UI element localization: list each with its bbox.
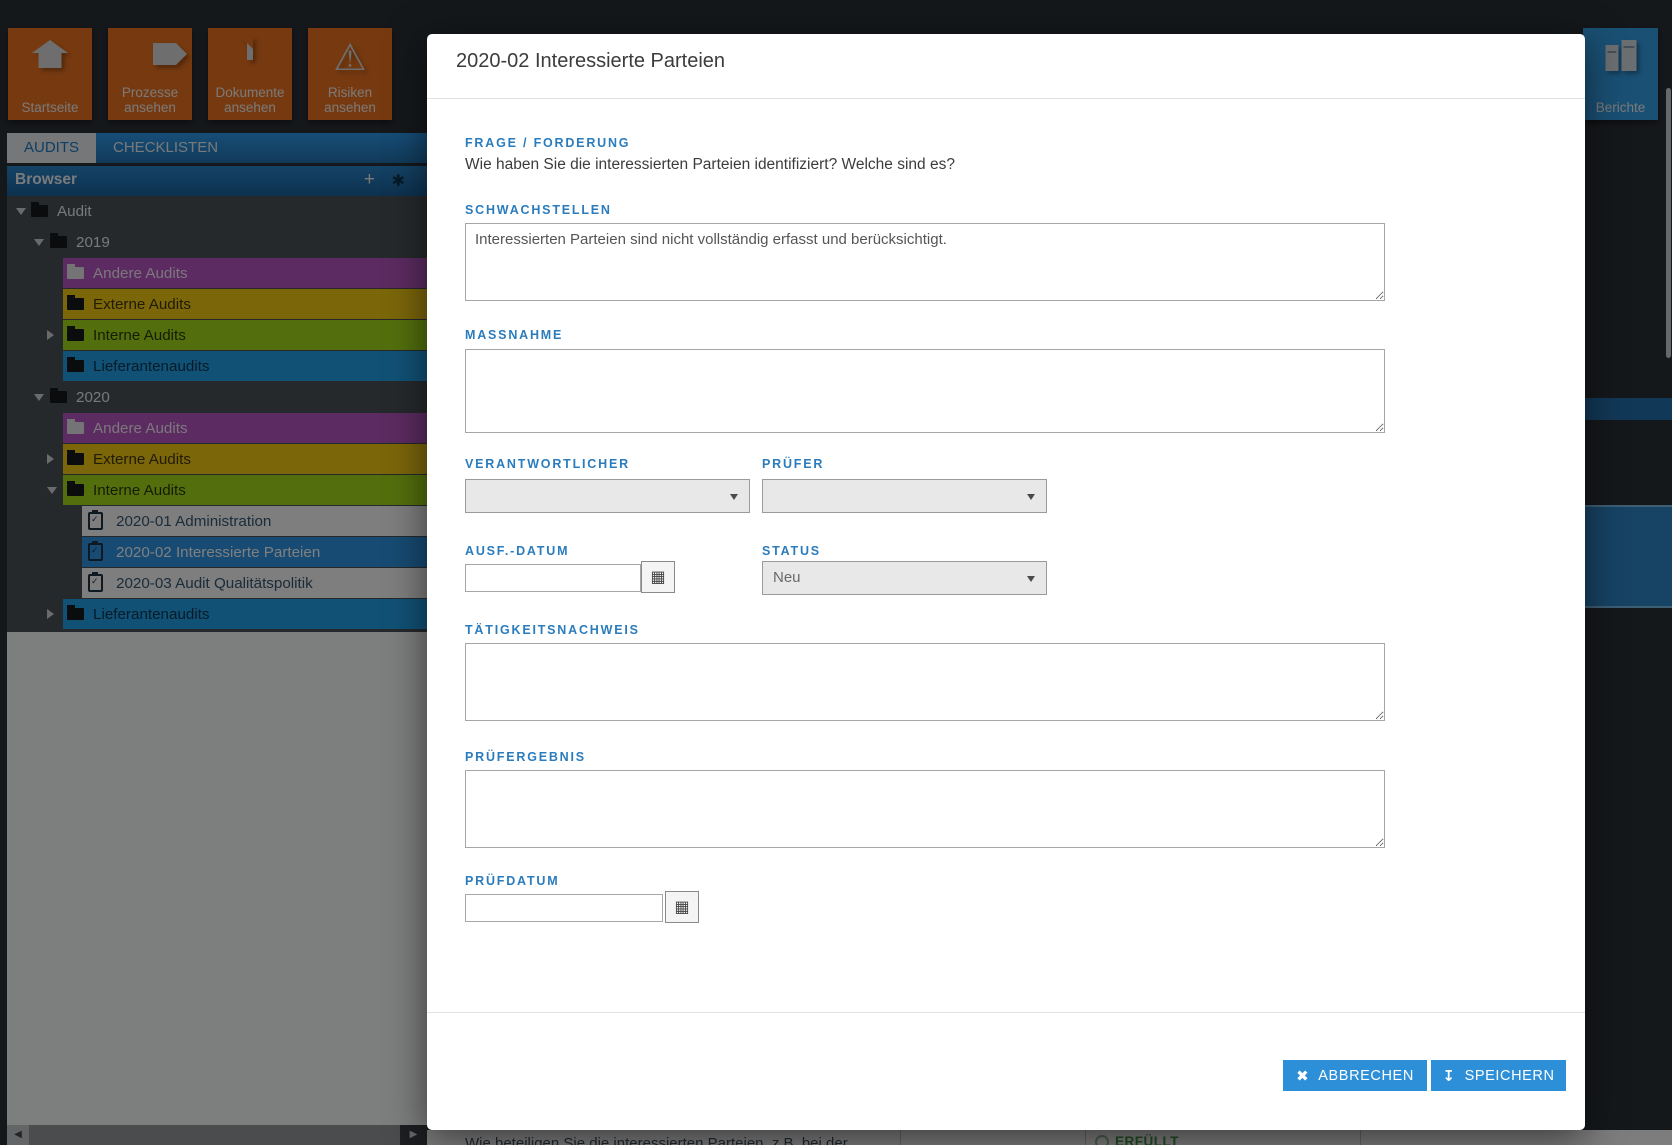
pruefdatum-label: PRÜFDATUM	[465, 874, 559, 888]
status-label: STATUS	[762, 544, 821, 558]
verantwortlicher-select[interactable]	[465, 479, 750, 513]
save-button[interactable]: ↧ SPEICHERN	[1431, 1060, 1566, 1091]
chevron-down-icon	[1027, 576, 1035, 582]
footer-divider	[427, 1012, 1585, 1013]
pruefer-label: PRÜFER	[762, 457, 824, 471]
calendar-icon: ▦	[674, 897, 689, 916]
dialog-title: 2020-02 Interessierte Parteien	[456, 50, 725, 73]
ausf-datum-label: AUSF.-DATUM	[465, 544, 569, 558]
pruefdatum-input[interactable]	[465, 894, 663, 922]
pruefergebnis-label: PRÜFERGEBNIS	[465, 750, 586, 764]
schwachstellen-textarea[interactable]: Interessierten Parteien sind nicht volls…	[465, 223, 1385, 301]
pruefer-select[interactable]	[762, 479, 1047, 513]
frage-label: FRAGE / FORDERUNG	[465, 136, 630, 150]
pruefergebnis-textarea[interactable]	[465, 770, 1385, 848]
chevron-down-icon	[1027, 494, 1035, 500]
ausf-datum-input[interactable]	[465, 564, 641, 592]
frage-text: Wie haben Sie die interessierten Parteie…	[465, 156, 955, 174]
app-screen: Startseite Prozesse ansehen Dokumente an…	[0, 0, 1672, 1145]
massnahme-label: MASSNAHME	[465, 328, 563, 342]
cancel-button[interactable]: ✖ ABBRECHEN	[1283, 1060, 1427, 1091]
edit-question-dialog: 2020-02 Interessierte Parteien FRAGE / F…	[427, 34, 1585, 1130]
save-icon: ↧	[1442, 1067, 1455, 1085]
close-icon: ✖	[1296, 1067, 1309, 1085]
verantwortlicher-label: VERANTWORTLICHER	[465, 457, 630, 471]
calendar-icon: ▦	[650, 567, 665, 586]
taetigkeitsnachweis-label: TÄTIGKEITSNACHWEIS	[465, 623, 640, 637]
massnahme-textarea[interactable]	[465, 349, 1385, 433]
pruefdatum-calendar-button[interactable]: ▦	[665, 891, 699, 923]
taetigkeitsnachweis-textarea[interactable]	[465, 643, 1385, 721]
schwachstellen-label: SCHWACHSTELLEN	[465, 203, 612, 217]
chevron-down-icon	[730, 494, 738, 500]
ausf-datum-calendar-button[interactable]: ▦	[641, 561, 675, 593]
divider	[427, 98, 1585, 99]
status-select[interactable]: Neu	[762, 561, 1047, 595]
